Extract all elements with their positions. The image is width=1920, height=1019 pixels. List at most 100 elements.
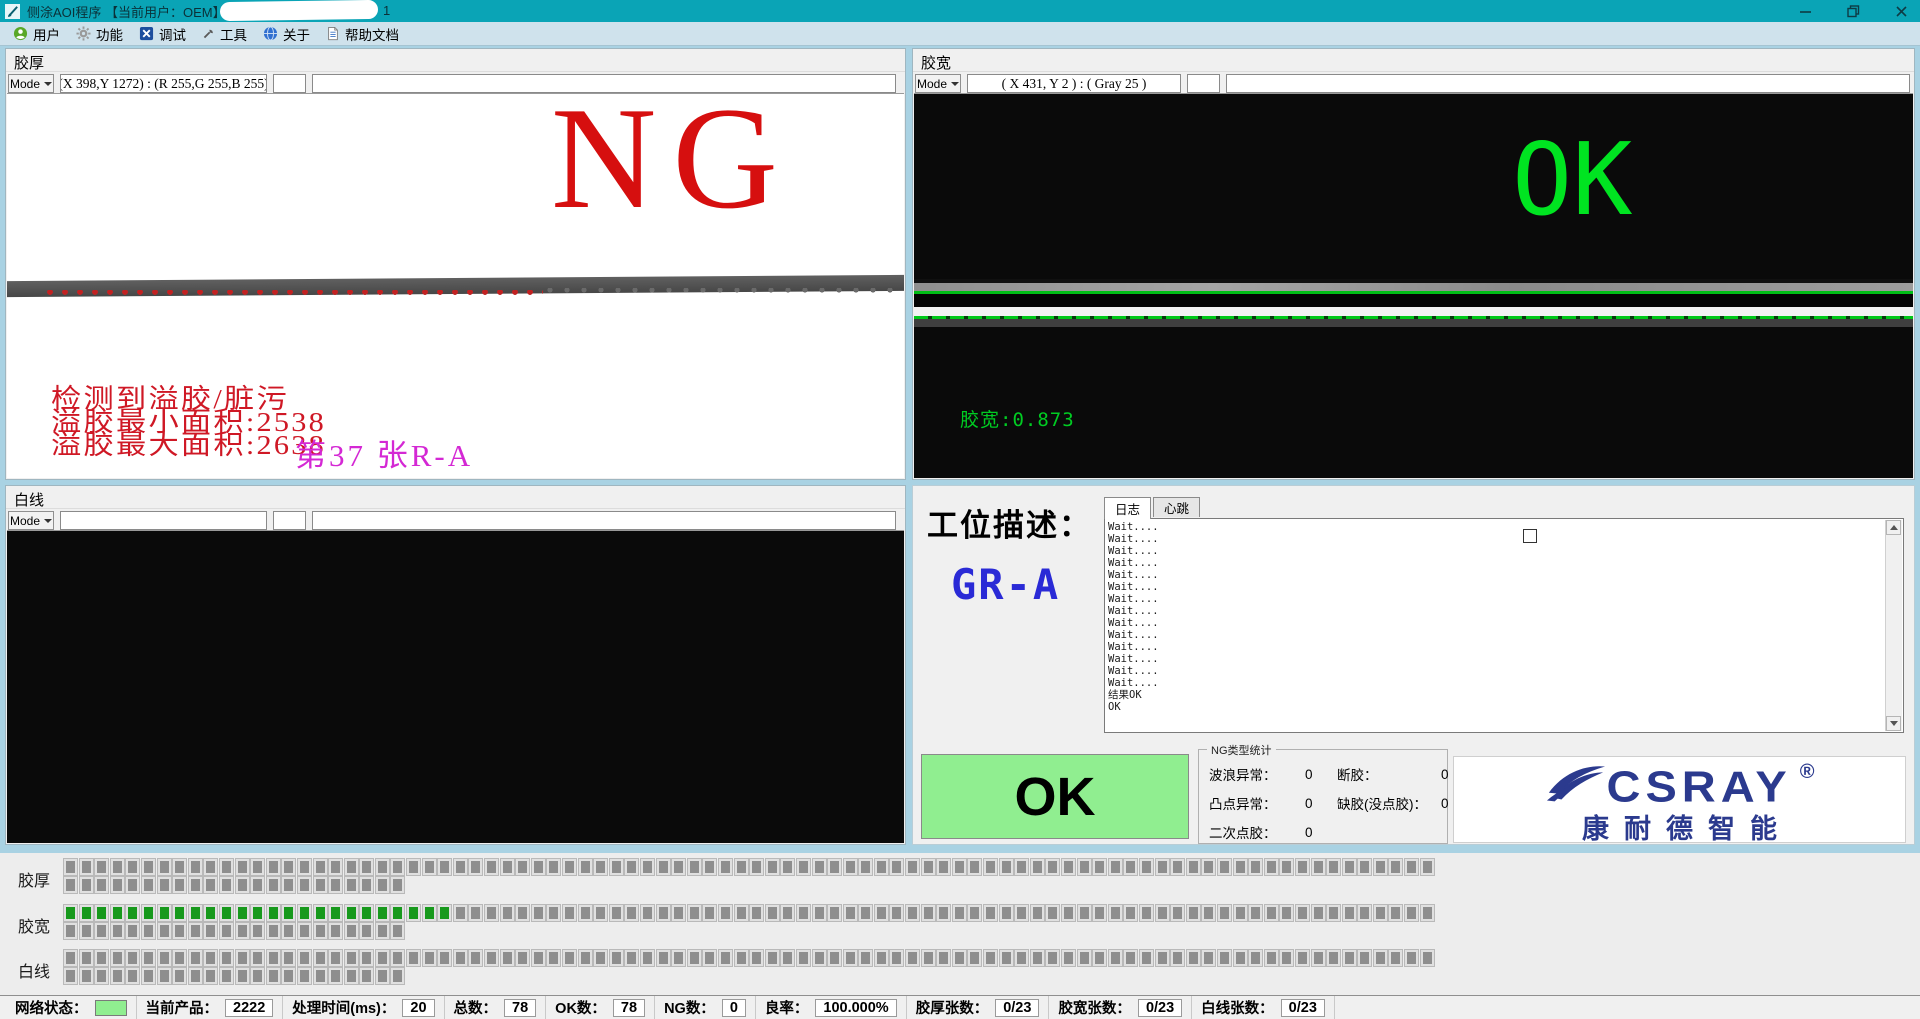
status-item-label: 良率：	[765, 997, 809, 1018]
menu-item-label: 工具	[220, 24, 247, 44]
indicator-square	[1187, 859, 1200, 875]
indicator-square	[126, 877, 139, 893]
menu-item-about[interactable]: 关于	[258, 22, 321, 46]
white-line-wide-box	[312, 511, 896, 530]
indicator-square	[625, 859, 638, 875]
indicator-square	[1265, 859, 1278, 875]
indicator-square	[922, 859, 935, 875]
indicator-square	[1234, 859, 1247, 875]
indicator-square	[251, 950, 264, 966]
indicator-square	[1218, 950, 1231, 966]
registered-mark: ®	[1800, 761, 1815, 784]
indicator-square	[189, 950, 202, 966]
indicator-square	[1389, 950, 1402, 966]
indicator-square	[314, 905, 327, 921]
menu-item-tools[interactable]: 工具	[197, 22, 258, 46]
indicator-square	[220, 968, 233, 984]
indicator-square	[329, 877, 342, 893]
indicator-square	[376, 968, 389, 984]
indicator-square	[236, 859, 249, 875]
indicator-square	[1078, 859, 1091, 875]
status-item-value: 0/23	[995, 999, 1039, 1017]
glue-thickness-mode-dropdown[interactable]: Mode	[8, 74, 54, 93]
indicator-square	[173, 923, 186, 939]
indicator-square	[719, 905, 732, 921]
indicator-square	[922, 950, 935, 966]
minimize-button[interactable]	[1794, 2, 1816, 20]
menu-item-help[interactable]: 帮助文档	[321, 22, 410, 46]
frame-indicator-strip: 胶厚胶宽白线	[0, 853, 1920, 995]
indicator-square	[95, 905, 108, 921]
indicator-square	[282, 905, 295, 921]
log-scrollbar[interactable]	[1885, 520, 1902, 731]
indicator-square	[220, 923, 233, 939]
scroll-up-button[interactable]	[1886, 520, 1901, 535]
indicator-square	[797, 905, 810, 921]
indicator-square	[1249, 950, 1262, 966]
indicator-square	[64, 877, 77, 893]
indicator-square	[126, 905, 139, 921]
log-panel[interactable]: Wait....Wait....Wait....Wait....Wait....…	[1104, 518, 1904, 733]
indicator-square	[111, 905, 124, 921]
scroll-down-button[interactable]	[1886, 716, 1901, 731]
indicator-square	[220, 877, 233, 893]
indicator-square	[766, 950, 779, 966]
indicator-square	[1405, 859, 1418, 875]
indicator-square	[735, 950, 748, 966]
log-tab-心跳[interactable]: 心跳	[1153, 497, 1200, 517]
about-icon	[263, 26, 278, 41]
indicator-square	[407, 859, 420, 875]
indicator-square	[890, 859, 903, 875]
indicator-square	[984, 859, 997, 875]
indicator-square	[391, 923, 404, 939]
indicator-square	[267, 859, 280, 875]
indicator-square	[906, 859, 919, 875]
indicator-square	[937, 859, 950, 875]
indicator-square	[501, 950, 514, 966]
status-item: 处理时间(ms)：20	[283, 996, 444, 1019]
indicator-square	[485, 950, 498, 966]
white-line-small-box	[273, 511, 306, 530]
indicator-square	[641, 950, 654, 966]
ng-stat-value: 0	[1305, 796, 1337, 811]
log-checkbox[interactable]	[1523, 529, 1537, 543]
glue-thickness-image[interactable]: NG 检测到溢胶/脏污 溢胶最小面积:2538 溢胶最大面积:2638 第37 …	[7, 93, 904, 478]
indicator-square	[173, 968, 186, 984]
chevron-down-icon	[44, 519, 52, 523]
indicator-square	[797, 950, 810, 966]
indicator-square	[1156, 859, 1169, 875]
arrow-down-icon	[1890, 721, 1898, 726]
indicator-square	[158, 968, 171, 984]
indicator-square	[64, 923, 77, 939]
result-ok-button[interactable]: OK	[921, 754, 1189, 839]
indicator-square	[64, 905, 77, 921]
indicator-square	[1093, 905, 1106, 921]
indicator-square	[813, 950, 826, 966]
glue-width-mode-dropdown[interactable]: Mode	[915, 74, 961, 93]
status-item-value: 0/23	[1281, 999, 1325, 1017]
indicator-square	[672, 905, 685, 921]
menu-item-func[interactable]: 功能	[71, 22, 134, 46]
indicator-square	[1093, 950, 1106, 966]
menu-item-debug[interactable]: 调试	[134, 22, 197, 46]
indicator-square	[594, 950, 607, 966]
glue-width-image[interactable]: OK 胶宽:0.873	[914, 93, 1913, 478]
indicator-square	[126, 968, 139, 984]
indicator-square	[95, 950, 108, 966]
indicator-square	[1031, 950, 1044, 966]
indicator-square	[423, 950, 436, 966]
ng-stat-label: 断胶：	[1337, 764, 1441, 784]
user-icon	[13, 26, 28, 41]
menu-item-user[interactable]: 用户	[8, 22, 71, 46]
indicator-square	[204, 923, 217, 939]
white-line-mode-dropdown[interactable]: Mode	[8, 511, 54, 530]
close-button[interactable]	[1890, 2, 1912, 20]
indicator-square	[1389, 859, 1402, 875]
indicator-square	[220, 905, 233, 921]
log-tab-日志[interactable]: 日志	[1104, 497, 1151, 519]
white-line-image[interactable]	[7, 530, 904, 843]
indicator-square	[875, 950, 888, 966]
indicator-square	[454, 905, 467, 921]
indicator-square	[641, 905, 654, 921]
restore-button[interactable]	[1842, 2, 1864, 20]
